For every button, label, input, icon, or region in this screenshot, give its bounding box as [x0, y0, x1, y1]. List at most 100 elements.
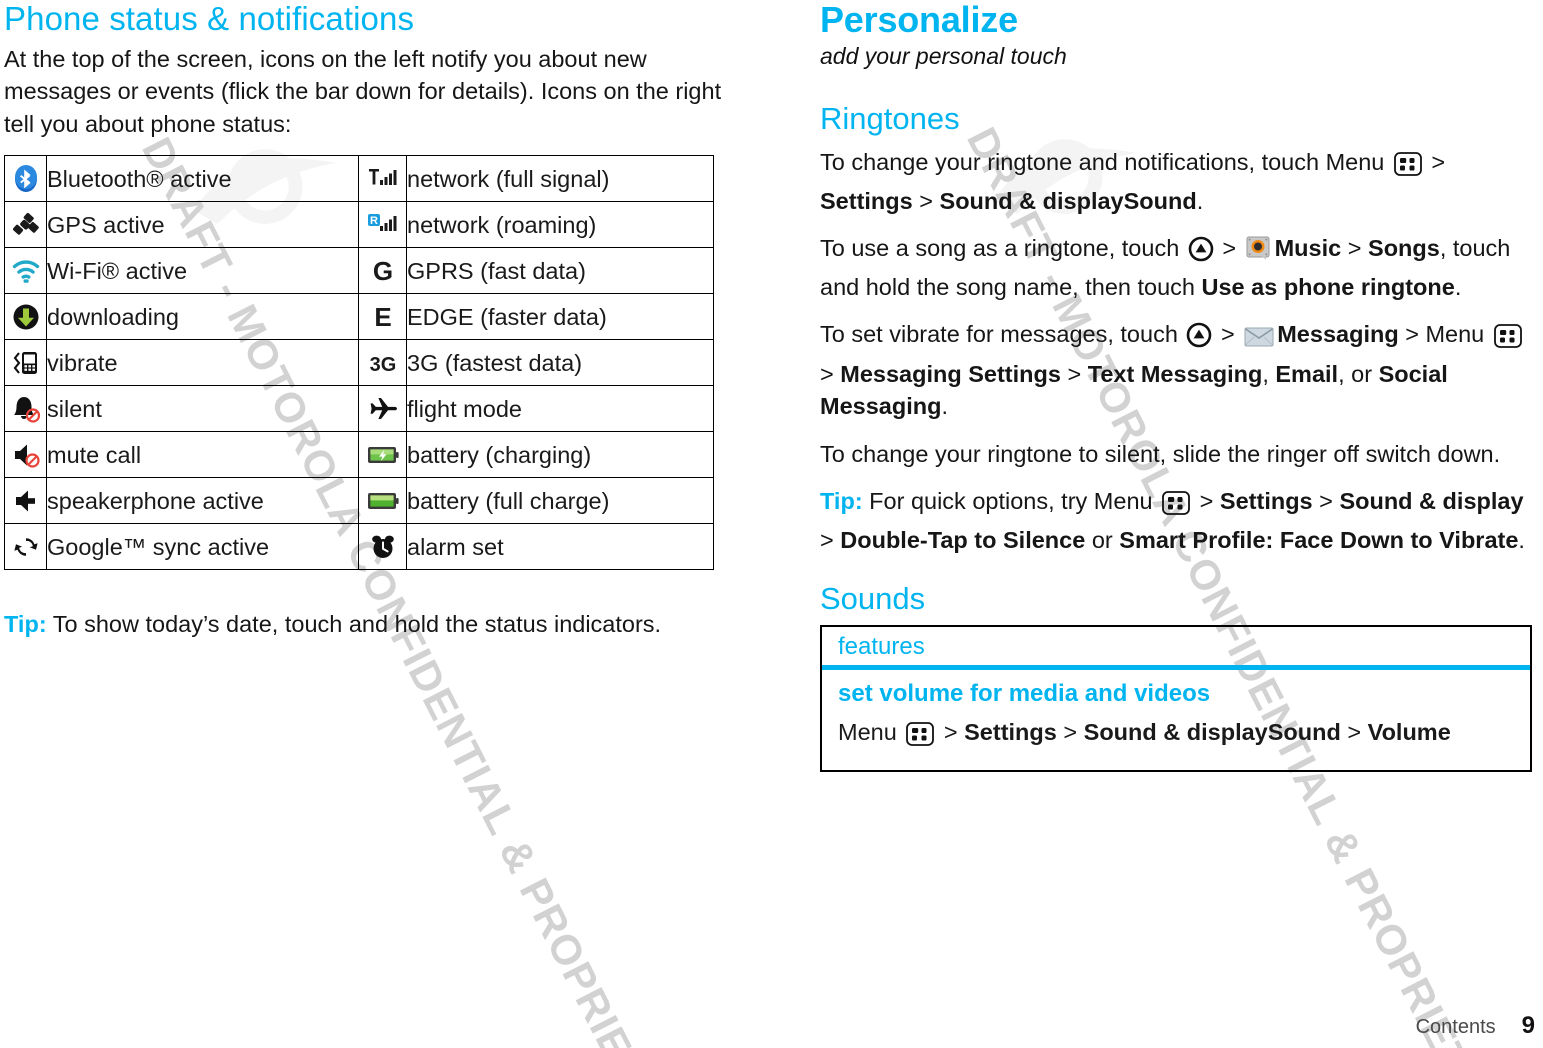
row-label: network (roaming) — [406, 201, 714, 249]
music-app-icon — [1246, 236, 1272, 270]
text-run: . — [941, 393, 948, 420]
text-bold: Sound & displaySound — [939, 187, 1197, 214]
row-label: EDGE (faster data) — [406, 293, 714, 341]
left-column: Phone status & notifications At the top … — [4, 0, 744, 656]
signal-roaming-icon: R — [358, 201, 407, 249]
menu-grid-icon — [1493, 323, 1523, 357]
features-body: set volume for media and videos Menu > S… — [822, 670, 1530, 770]
text-run: > — [820, 360, 841, 387]
text-bold: Music — [1274, 235, 1342, 262]
text-bold: Email — [1275, 360, 1339, 387]
text-run: > — [820, 527, 841, 554]
ringtones-paragraph-3: To set vibrate for messages, touch > Mes… — [820, 318, 1535, 422]
text-run: > — [912, 187, 940, 214]
heading-sounds: Sounds — [820, 580, 926, 616]
page-number: 9 — [1521, 1012, 1535, 1039]
row-label: downloading — [46, 293, 359, 341]
text-bold: Volume — [1367, 719, 1451, 746]
messaging-app-icon — [1244, 324, 1274, 356]
text-run: > — [1214, 321, 1242, 348]
row-label: flight mode — [406, 385, 714, 433]
table-row: vibrate 3G 3G (fastest data) — [4, 339, 714, 387]
chapter-title: Personalize — [820, 0, 1018, 40]
text-bold: Settings — [820, 187, 913, 214]
text-run: > — [1312, 487, 1340, 514]
edge-e-icon: E — [358, 293, 407, 341]
text-bold: Double-Tap to Silence — [840, 527, 1086, 554]
features-header-label: features — [838, 633, 925, 661]
text-run: To use a song as a ringtone, touch — [820, 235, 1186, 262]
svg-text:G: G — [372, 257, 392, 285]
status-icons-table: Bluetooth® active network (full signal) … — [4, 155, 714, 571]
menu-grid-icon — [905, 721, 935, 756]
svg-text:3G: 3G — [369, 354, 396, 376]
text-run: , or — [1338, 360, 1379, 387]
text-run: > — [1060, 360, 1088, 387]
row-label: vibrate — [46, 339, 359, 387]
text-run: > — [1340, 719, 1368, 746]
circle-up-icon — [1188, 236, 1214, 270]
gps-satellite-icon — [4, 201, 47, 249]
row-label: battery (charging) — [406, 431, 714, 479]
row-label: GPRS (fast data) — [406, 247, 714, 295]
text-bold: Use as phone ringtone — [1201, 273, 1455, 300]
footer-contents-link[interactable]: Contents — [1416, 1016, 1496, 1038]
text-bold: Messaging Settings — [840, 360, 1061, 387]
text-run: > — [937, 719, 965, 746]
menu-grid-icon — [1161, 490, 1191, 524]
text-bold: Settings — [964, 719, 1057, 746]
tip-paragraph-left: Tip: To show today’s date, touch and hol… — [4, 608, 744, 640]
row-label: network (full signal) — [406, 155, 714, 203]
text-bold: Sound & display — [1339, 487, 1524, 514]
menu-grid-icon — [1393, 151, 1423, 185]
text-run: > — [1215, 235, 1243, 262]
text-run: > — [1424, 148, 1446, 175]
heading-ringtones: Ringtones — [820, 100, 960, 136]
vibrate-icon — [4, 339, 47, 387]
row-label: Bluetooth® active — [46, 155, 359, 203]
row-label: battery (full charge) — [406, 477, 714, 525]
svg-text:E: E — [374, 303, 391, 331]
table-row: Wi-Fi® active G GPRS (fast data) — [4, 247, 714, 295]
bluetooth-icon — [4, 155, 47, 203]
text-bold: Sound & displaySound — [1083, 719, 1341, 746]
features-box: features set volume for media and videos… — [820, 625, 1532, 772]
row-label: mute call — [46, 431, 359, 479]
table-row: downloading E EDGE (faster data) — [4, 293, 714, 341]
text-bold: Songs — [1368, 235, 1440, 262]
text-run: . — [1518, 527, 1525, 554]
ringtones-paragraph-4: To change your ringtone to silent, slide… — [820, 440, 1501, 467]
row-label: silent — [46, 385, 359, 433]
silent-bell-icon — [4, 385, 47, 433]
speaker-icon — [4, 477, 47, 525]
text-run: or — [1085, 527, 1120, 554]
table-row: mute call battery (charging) — [4, 431, 714, 479]
text-run: , — [1262, 360, 1276, 387]
row-label: speakerphone active — [46, 477, 359, 525]
manual-page: Phone status & notifications At the top … — [0, 0, 1543, 1048]
text-run: > — [1341, 235, 1369, 262]
text-bold: Settings — [1219, 487, 1313, 514]
ringtones-tip: Tip: For quick options, try Menu > Setti… — [820, 485, 1535, 557]
text-run: > Menu — [1398, 321, 1491, 348]
alarm-clock-icon — [358, 523, 407, 571]
three-g-icon: 3G — [358, 339, 407, 387]
ringtones-paragraph-2: To use a song as a ringtone, touch > Mus… — [820, 232, 1535, 303]
table-row: GPS active R network (roaming) — [4, 201, 714, 249]
text-run: Menu — [838, 719, 904, 746]
tip-label: Tip: — [820, 487, 863, 514]
signal-full-icon — [358, 155, 407, 203]
mute-call-icon — [4, 431, 47, 479]
table-row: silent flight mode — [4, 385, 714, 433]
text-run: . — [1454, 273, 1462, 300]
wifi-icon — [4, 247, 47, 295]
row-label: Wi-Fi® active — [46, 247, 359, 295]
right-column: Personalize add your personal touch Ring… — [820, 0, 1535, 772]
text-bold: Text Messaging — [1087, 360, 1263, 387]
feature-title: set volume for media and videos — [838, 680, 1211, 708]
circle-up-icon — [1186, 322, 1212, 356]
row-label: GPS active — [46, 201, 359, 249]
row-label: Google™ sync active — [46, 523, 359, 571]
text-run: To change your ringtone and notification… — [820, 148, 1391, 175]
table-row: Google™ sync active alarm set — [4, 523, 714, 571]
